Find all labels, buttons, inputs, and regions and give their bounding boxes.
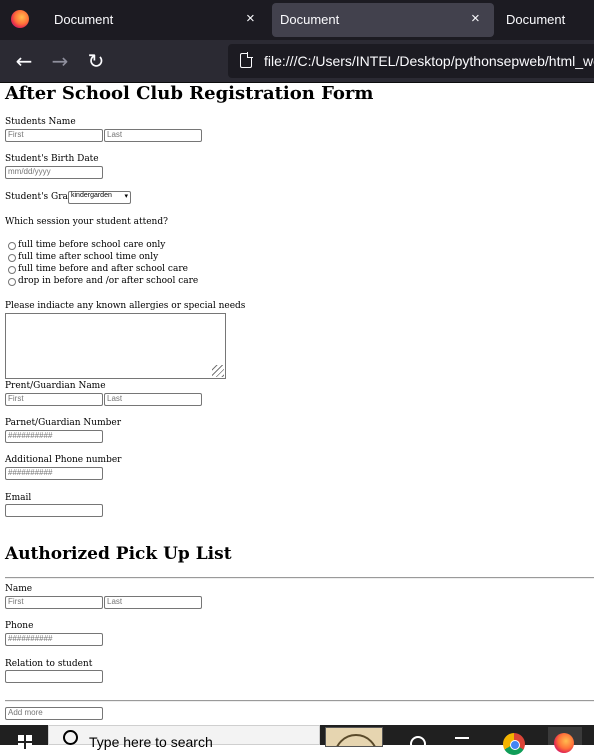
pickup-first-name-input[interactable]: First <box>5 596 103 609</box>
search-icon <box>63 730 78 745</box>
guardian-last-name-input[interactable]: Last <box>104 393 202 406</box>
section-divider <box>5 700 594 702</box>
student-first-name-input[interactable]: First <box>5 129 103 142</box>
page-content: After School Club Registration Form Stud… <box>0 83 594 725</box>
session-radio-2[interactable] <box>8 254 16 262</box>
session-radio-3[interactable] <box>8 266 16 274</box>
relation-input[interactable] <box>5 670 103 683</box>
session-question: Which session your student attend? <box>5 217 168 227</box>
globe-icon <box>334 734 378 746</box>
close-icon[interactable]: × <box>471 10 480 27</box>
file-icon <box>240 52 253 68</box>
session-option-label: full time before school care only <box>18 240 166 250</box>
tab-label: Document <box>506 12 566 27</box>
add-more-input[interactable]: Add more <box>5 707 103 720</box>
grade-selected-value: kindergarden <box>71 192 112 199</box>
relation-label: Relation to student <box>5 659 93 669</box>
tab-document-2[interactable]: Document × <box>272 3 494 37</box>
task-view-icon[interactable] <box>455 737 469 747</box>
chevron-down-icon: ▾ <box>124 193 128 200</box>
session-radio-1[interactable] <box>8 242 16 250</box>
tab-label: Document <box>54 12 114 27</box>
taskbar: Type here to search <box>0 725 594 755</box>
pickup-section-title: Authorized Pick Up List <box>5 544 232 564</box>
tab-document-1[interactable]: Document × <box>44 3 264 37</box>
pickup-last-name-input[interactable]: Last <box>104 596 202 609</box>
taskbar-search-placeholder: Type here to search <box>89 734 213 750</box>
pickup-name-label: Name <box>5 584 33 594</box>
session-option-label: drop in before and /or after school care <box>18 276 199 286</box>
grade-select[interactable]: kindergarden ▾ <box>68 191 131 204</box>
taskbar-app-thumbnail[interactable] <box>325 727 383 747</box>
url-text: file:///C:/Users/INTEL/Desktop/pythonsep… <box>264 53 594 69</box>
page-title: After School Club Registration Form <box>5 83 374 104</box>
pickup-phone-label: Phone <box>5 621 34 631</box>
reload-icon[interactable]: ↻ <box>84 49 108 73</box>
tab-bar: Document × Document × Document <box>0 0 594 40</box>
allergies-textarea[interactable] <box>5 313 226 379</box>
guardian-first-name-input[interactable]: First <box>5 393 103 406</box>
student-last-name-input[interactable]: Last <box>104 129 202 142</box>
session-option-label: full time after school time only <box>18 252 159 262</box>
windows-start-icon[interactable] <box>18 735 32 749</box>
students-name-label: Students Name <box>5 117 76 127</box>
firefox-icon <box>554 733 574 753</box>
back-arrow-icon[interactable]: ← <box>12 49 36 73</box>
allergies-label: Please indiacte any known allergies or s… <box>5 301 246 311</box>
additional-phone-input[interactable]: ########## <box>5 467 103 480</box>
section-divider <box>5 577 594 579</box>
email-label: Email <box>5 493 32 503</box>
forward-arrow-icon[interactable]: → <box>48 49 72 73</box>
chrome-icon[interactable] <box>503 733 525 755</box>
taskbar-search[interactable]: Type here to search <box>48 725 320 750</box>
birth-date-label: Student's Birth Date <box>5 154 99 164</box>
session-radio-4[interactable] <box>8 278 16 286</box>
session-option-label: full time before and after school care <box>18 264 188 274</box>
resize-grip-icon[interactable] <box>212 365 224 377</box>
url-bar[interactable]: file:///C:/Users/INTEL/Desktop/pythonsep… <box>228 44 594 78</box>
firefox-icon <box>11 10 29 28</box>
guardian-number-input[interactable]: ########## <box>5 430 103 443</box>
tab-label: Document <box>280 12 340 27</box>
guardian-number-label: Parnet/Guardian Number <box>5 418 122 428</box>
tab-document-3[interactable]: Document <box>496 3 594 37</box>
cortana-icon[interactable] <box>410 736 426 752</box>
taskbar-firefox[interactable] <box>548 727 582 753</box>
birth-date-input[interactable]: mm/dd/yyyy <box>5 166 103 179</box>
pickup-phone-input[interactable]: ########## <box>5 633 103 646</box>
email-input[interactable] <box>5 504 103 517</box>
nav-toolbar: ← → ↻ file:///C:/Users/INTEL/Desktop/pyt… <box>0 40 594 82</box>
additional-phone-label: Additional Phone number <box>5 455 122 465</box>
guardian-name-label: Prent/Guardian Name <box>5 381 106 391</box>
close-icon[interactable]: × <box>246 10 255 27</box>
